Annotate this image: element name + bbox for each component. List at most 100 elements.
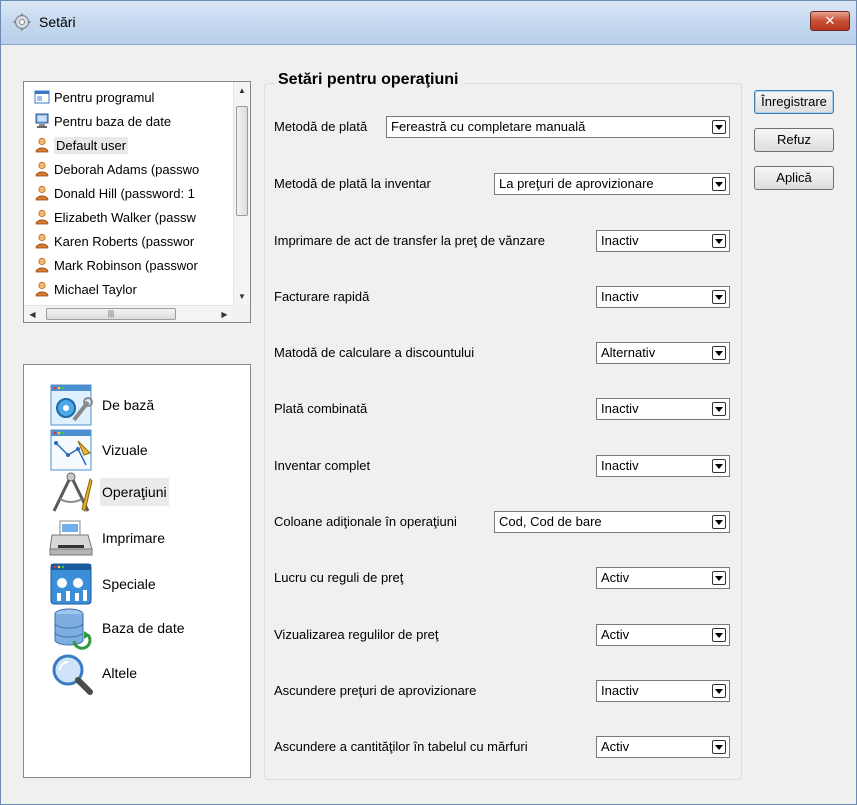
user-list-vertical-scrollbar[interactable]: ▲ ▼ xyxy=(233,82,250,305)
setting-label: Inventar complet xyxy=(274,458,371,473)
setting-dropdown[interactable]: Alternativ xyxy=(596,342,730,364)
user-list-item-label: Michael Taylor xyxy=(54,281,137,297)
chevron-down-icon[interactable] xyxy=(712,120,726,134)
setting-dropdown[interactable]: Activ xyxy=(596,567,730,589)
chevron-down-icon[interactable] xyxy=(712,290,726,304)
chevron-down-icon[interactable] xyxy=(712,346,726,360)
category-item-compass[interactable]: Operaţiuni xyxy=(48,469,169,515)
magnifier-icon xyxy=(48,650,94,696)
program-icon xyxy=(34,89,50,105)
setting-dropdown[interactable]: Inactiv xyxy=(596,398,730,420)
user-list-item[interactable]: Pentru baza de date xyxy=(24,109,233,133)
scroll-right-icon[interactable]: ▶ xyxy=(216,306,233,323)
chevron-down-icon[interactable] xyxy=(712,234,726,248)
setting-dropdown-value: Inactiv xyxy=(601,401,639,416)
user-icon xyxy=(34,209,50,225)
category-item-printer[interactable]: Imprimare xyxy=(48,515,167,561)
setting-dropdown-value: Inactiv xyxy=(601,683,639,698)
setting-dropdown-value: Activ xyxy=(601,627,630,642)
setting-dropdown[interactable]: Cod, Cod de bare xyxy=(494,511,730,533)
chevron-down-icon[interactable] xyxy=(712,402,726,416)
setting-label: Facturare rapidă xyxy=(274,289,370,304)
setting-dropdown[interactable]: Fereastră cu completare manuală xyxy=(386,116,730,138)
scroll-up-icon[interactable]: ▲ xyxy=(234,82,250,99)
setting-dropdown[interactable]: Activ xyxy=(596,624,730,646)
setting-label: Coloane adiţionale în operaţiuni xyxy=(274,514,457,529)
title-bar: Setări ✕ xyxy=(1,1,856,45)
user-list-item-label: Elizabeth Walker (passw xyxy=(54,209,196,225)
user-list-item-label: Default user xyxy=(54,136,129,154)
settings-group-title: Setări pentru operaţiuni xyxy=(274,71,465,89)
settings-gear-icon xyxy=(13,13,31,31)
user-list-item[interactable]: Mark Robinson (passwor xyxy=(24,253,233,277)
user-list-item[interactable]: Deborah Adams (passwo xyxy=(24,157,233,181)
chevron-down-icon[interactable] xyxy=(712,628,726,642)
settings-window: Setări ✕ Pentru programul Pentru baza de … xyxy=(0,0,857,805)
setting-dropdown[interactable]: Inactiv xyxy=(596,680,730,702)
user-list[interactable]: Pentru programul Pentru baza de date Defau… xyxy=(23,81,251,323)
cancel-button[interactable]: Refuz xyxy=(754,128,834,152)
category-list[interactable]: De bază Vizuale Operaţiuni Imprimare Special… xyxy=(23,364,251,778)
setting-dropdown-value: Inactiv xyxy=(601,233,639,248)
setting-label: Metodă de plată la inventar xyxy=(274,176,431,191)
user-list-item[interactable]: Elizabeth Walker (passw xyxy=(24,205,233,229)
category-item-basic-settings[interactable]: De bază xyxy=(48,382,156,428)
printer-icon xyxy=(48,515,94,561)
window-title: Setări xyxy=(39,14,76,30)
chevron-down-icon[interactable] xyxy=(712,459,726,473)
user-icon xyxy=(34,281,50,297)
user-list-horizontal-scrollbar[interactable]: ◀ ||| ▶ xyxy=(24,305,233,322)
scroll-thumb[interactable]: ||| xyxy=(46,308,176,320)
category-item-database[interactable]: Baza de date xyxy=(48,605,187,651)
setting-dropdown[interactable]: Activ xyxy=(596,736,730,758)
user-list-item-label: Donald Hill (password: 1 xyxy=(54,185,195,201)
chevron-down-icon[interactable] xyxy=(712,740,726,754)
user-list-item[interactable]: Default user xyxy=(24,133,233,157)
setting-dropdown-value: Inactiv xyxy=(601,458,639,473)
setting-label: Imprimare de act de transfer la preţ de … xyxy=(274,233,545,248)
special-icon xyxy=(48,561,94,607)
user-list-item[interactable]: Donald Hill (password: 1 xyxy=(24,181,233,205)
category-label: Vizuale xyxy=(102,442,148,458)
category-item-magnifier[interactable]: Altele xyxy=(48,650,139,696)
user-list-items: Pentru programul Pentru baza de date Defau… xyxy=(24,82,233,305)
user-list-item[interactable]: Karen Roberts (passwor xyxy=(24,229,233,253)
save-button[interactable]: Înregistrare xyxy=(754,90,834,114)
user-icon xyxy=(34,233,50,249)
apply-button[interactable]: Aplică xyxy=(754,166,834,190)
user-list-item-label: Pentru baza de date xyxy=(54,113,172,129)
user-icon xyxy=(34,185,50,201)
chevron-down-icon[interactable] xyxy=(712,515,726,529)
chevron-down-icon[interactable] xyxy=(712,177,726,191)
setting-dropdown-value: Alternativ xyxy=(601,345,656,360)
user-icon xyxy=(34,257,50,273)
setting-label: Lucru cu reguli de preţ xyxy=(274,570,404,585)
chevron-down-icon[interactable] xyxy=(712,571,726,585)
close-button[interactable]: ✕ xyxy=(810,11,850,31)
category-label: Altele xyxy=(102,665,138,681)
user-list-item-label: Deborah Adams (passwo xyxy=(54,161,200,177)
category-item-visual[interactable]: Vizuale xyxy=(48,427,150,473)
user-list-item[interactable]: Pentru programul xyxy=(24,85,233,109)
scroll-down-icon[interactable]: ▼ xyxy=(234,288,250,305)
category-label: Operaţiuni xyxy=(100,478,169,506)
chevron-down-icon[interactable] xyxy=(712,684,726,698)
user-list-item-label: Karen Roberts (passwor xyxy=(54,233,195,249)
setting-label: Ascundere a cantităţilor în tabelul cu m… xyxy=(274,739,528,754)
compass-icon xyxy=(48,469,94,515)
setting-dropdown[interactable]: Inactiv xyxy=(596,230,730,252)
setting-label: Ascundere preţuri de aprovizionare xyxy=(274,683,477,698)
setting-label: Matodă de calculare a discountului xyxy=(274,345,475,360)
scroll-thumb[interactable] xyxy=(236,106,248,216)
setting-dropdown[interactable]: La preţuri de aprovizionare xyxy=(494,173,730,195)
user-list-item[interactable]: Michael Taylor xyxy=(24,277,233,301)
setting-dropdown[interactable]: Inactiv xyxy=(596,455,730,477)
user-icon xyxy=(34,161,50,177)
setting-dropdown-value: Fereastră cu completare manuală xyxy=(391,119,586,134)
category-label: Speciale xyxy=(102,576,156,592)
setting-dropdown[interactable]: Inactiv xyxy=(596,286,730,308)
setting-dropdown-value: Inactiv xyxy=(601,289,639,304)
scroll-left-icon[interactable]: ◀ xyxy=(24,306,41,323)
category-item-special[interactable]: Speciale xyxy=(48,561,158,607)
category-label: De bază xyxy=(102,397,155,413)
